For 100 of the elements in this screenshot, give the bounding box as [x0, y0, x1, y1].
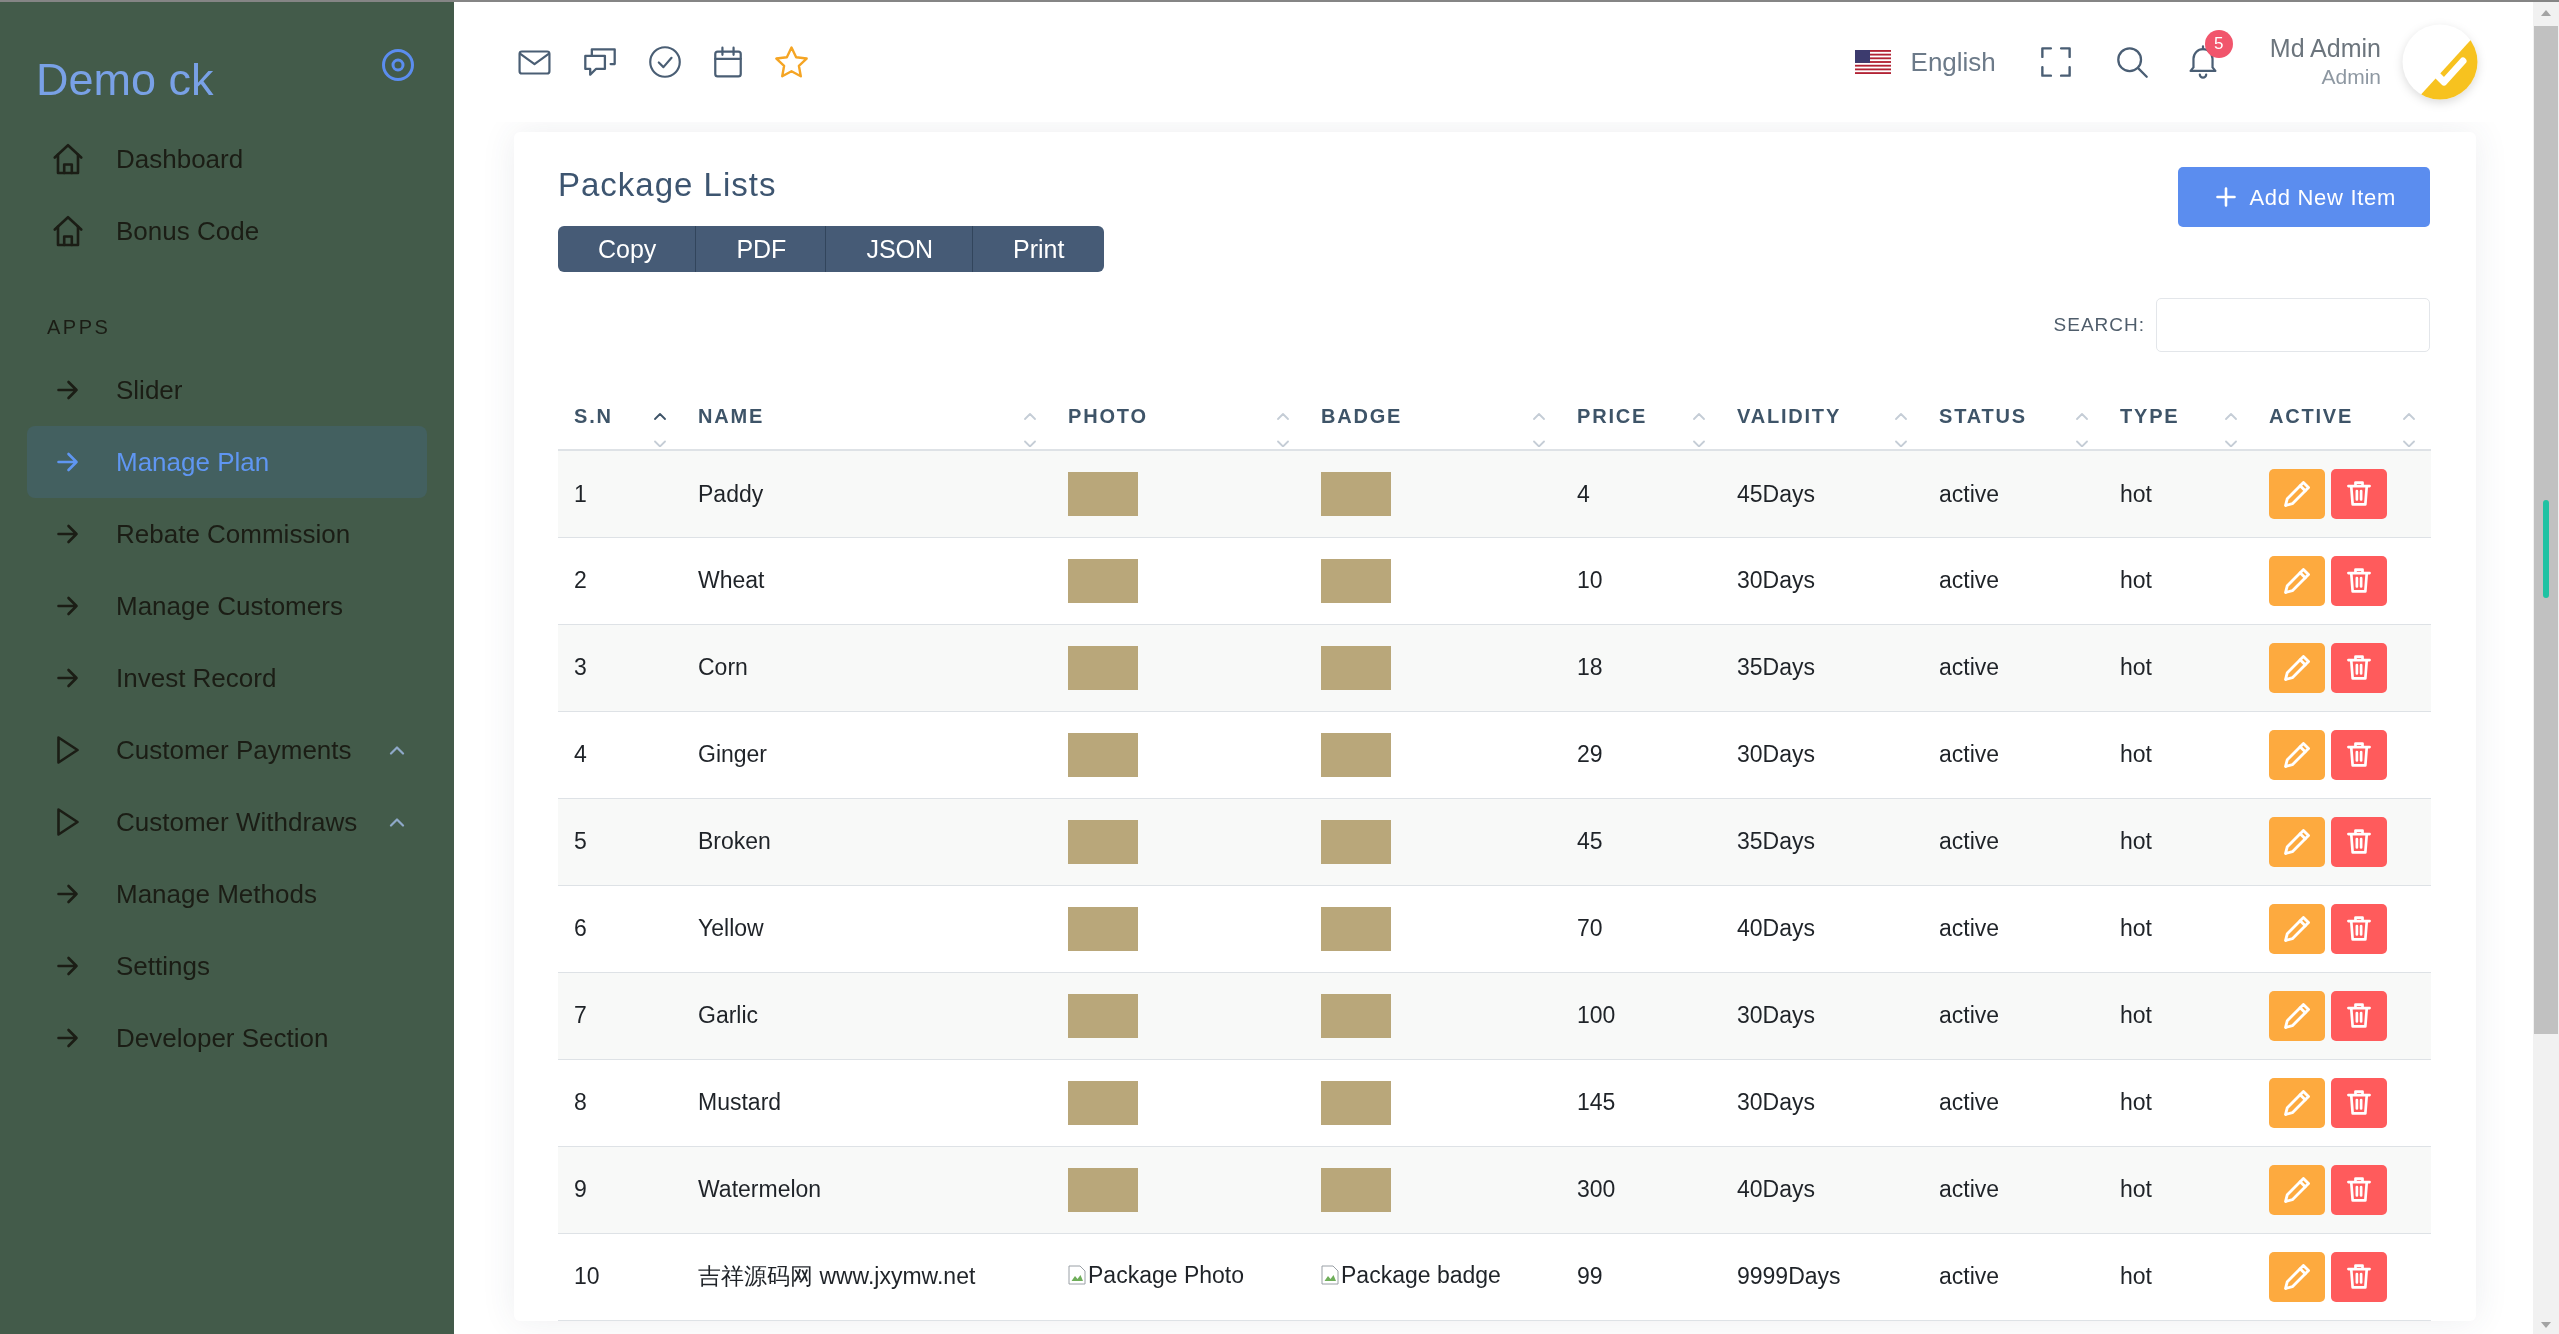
table-cell: 40Days	[1721, 885, 1923, 972]
pencil-icon	[2284, 654, 2310, 681]
edit-button[interactable]	[2269, 816, 2325, 867]
page-title: Package Lists	[558, 166, 777, 204]
sidebar-item[interactable]: Settings	[27, 930, 427, 1002]
table-cell: 40Days	[1721, 1146, 1923, 1233]
table-cell: 100	[1561, 972, 1721, 1059]
sidebar-item[interactable]: Rebate Commission	[27, 498, 427, 570]
chevron-up-icon	[389, 745, 405, 755]
scrollbar-track[interactable]	[2533, 2, 2559, 1334]
arrow-right-icon	[57, 596, 79, 616]
scroll-up-icon[interactable]	[2541, 10, 2551, 16]
trash-icon	[2347, 742, 2371, 767]
sidebar-item[interactable]: Manage Plan	[27, 426, 427, 498]
edit-button[interactable]	[2269, 1251, 2325, 1302]
pencil-icon	[2284, 915, 2310, 942]
delete-button[interactable]	[2331, 468, 2387, 519]
check-circle-icon[interactable]	[649, 46, 681, 78]
scrollbar-thumb[interactable]	[2534, 26, 2558, 1034]
table-cell: active	[1923, 1146, 2104, 1233]
table-cell: Yellow	[682, 885, 1052, 972]
table-cell: 70	[1561, 885, 1721, 972]
table-cell: 30Days	[1721, 972, 1923, 1059]
target-icon[interactable]	[382, 49, 414, 81]
table-cell: 30Days	[1721, 711, 1923, 798]
edit-button[interactable]	[2269, 1077, 2325, 1128]
chat-icon[interactable]	[584, 48, 616, 76]
delete-button[interactable]	[2331, 1164, 2387, 1215]
broken-image-icon	[1068, 1265, 1086, 1286]
delete-button[interactable]	[2331, 816, 2387, 867]
sidebar-item[interactable]: Manage Customers	[27, 570, 427, 642]
arrow-right-icon	[57, 956, 79, 976]
delete-button[interactable]	[2331, 903, 2387, 954]
trash-icon	[2347, 1003, 2371, 1028]
table-cell: Corn	[682, 624, 1052, 711]
export-button[interactable]: JSON	[825, 226, 974, 272]
edit-button[interactable]	[2269, 729, 2325, 780]
table-cell: 30Days	[1721, 1059, 1923, 1146]
add-item-button[interactable]: Add New Item	[2178, 167, 2430, 227]
pencil-icon	[2284, 567, 2310, 594]
table-cell: 29	[1561, 711, 1721, 798]
photo-placeholder	[1321, 1167, 1391, 1212]
edit-button[interactable]	[2269, 468, 2325, 519]
table-cell: 30Days	[1721, 537, 1923, 624]
sidebar-item[interactable]: Customer Payments	[27, 714, 427, 786]
sidebar-item[interactable]: Dashboard	[27, 123, 427, 195]
photo-placeholder	[1321, 993, 1391, 1038]
sidebar-item[interactable]: Developer Section	[27, 1002, 427, 1074]
pencil-icon	[2284, 480, 2310, 507]
delete-button[interactable]	[2331, 555, 2387, 606]
notification-badge: 5	[2204, 30, 2233, 58]
edit-button[interactable]	[2269, 990, 2325, 1041]
delete-button[interactable]	[2331, 990, 2387, 1041]
photo-placeholder	[1321, 732, 1391, 777]
scroll-down-icon[interactable]	[2541, 1322, 2551, 1328]
table-cell: hot	[2104, 1059, 2253, 1146]
star-icon[interactable]	[775, 46, 808, 78]
pencil-icon	[2284, 1089, 2310, 1116]
table-cell: hot	[2104, 711, 2253, 798]
export-button[interactable]: Print	[972, 226, 1105, 272]
sort-icon[interactable]	[653, 412, 667, 447]
sidebar-item[interactable]: Bonus Code	[27, 195, 427, 267]
bell-icon[interactable]	[2188, 45, 2217, 79]
trash-icon	[2347, 568, 2371, 593]
delete-button[interactable]	[2331, 1077, 2387, 1128]
photo-placeholder	[1068, 1080, 1138, 1125]
table-cell: active	[1923, 537, 2104, 624]
search-icon[interactable]	[2116, 46, 2148, 78]
sidebar-item[interactable]: Invest Record	[27, 642, 427, 714]
photo-placeholder	[1321, 471, 1391, 516]
delete-button[interactable]	[2331, 1251, 2387, 1302]
delete-button[interactable]	[2331, 729, 2387, 780]
delete-button[interactable]	[2331, 642, 2387, 693]
language-selector[interactable]: English	[1854, 42, 1996, 82]
mail-icon[interactable]	[518, 49, 551, 75]
sidebar-item[interactable]: Customer Withdraws	[27, 786, 427, 858]
sidebar-item[interactable]: Manage Methods	[27, 858, 427, 930]
edit-button[interactable]	[2269, 642, 2325, 693]
table-cell: 9999Days	[1721, 1233, 1923, 1320]
photo-placeholder	[1068, 819, 1138, 864]
edit-button[interactable]	[2269, 903, 2325, 954]
table-cell: hot	[2104, 972, 2253, 1059]
table-cell: hot	[2104, 537, 2253, 624]
table-cell: Mustard	[682, 1059, 1052, 1146]
arrow-right-icon	[57, 668, 79, 688]
photo-placeholder	[1321, 645, 1391, 690]
table-cell: active	[1923, 972, 2104, 1059]
home-icon	[53, 215, 83, 247]
edit-button[interactable]	[2269, 555, 2325, 606]
table-cell: 1	[558, 450, 682, 537]
table-cell: 300	[1561, 1146, 1721, 1233]
table-cell: hot	[2104, 1146, 2253, 1233]
fullscreen-icon[interactable]	[2040, 47, 2071, 77]
edit-button[interactable]	[2269, 1164, 2325, 1215]
export-button[interactable]: PDF	[695, 226, 827, 272]
sidebar-item[interactable]: Slider	[27, 354, 427, 426]
search-field[interactable]	[2156, 298, 2430, 352]
export-button[interactable]: Copy	[558, 226, 697, 272]
calendar-icon[interactable]	[714, 46, 742, 78]
photo-placeholder	[1321, 1080, 1391, 1125]
